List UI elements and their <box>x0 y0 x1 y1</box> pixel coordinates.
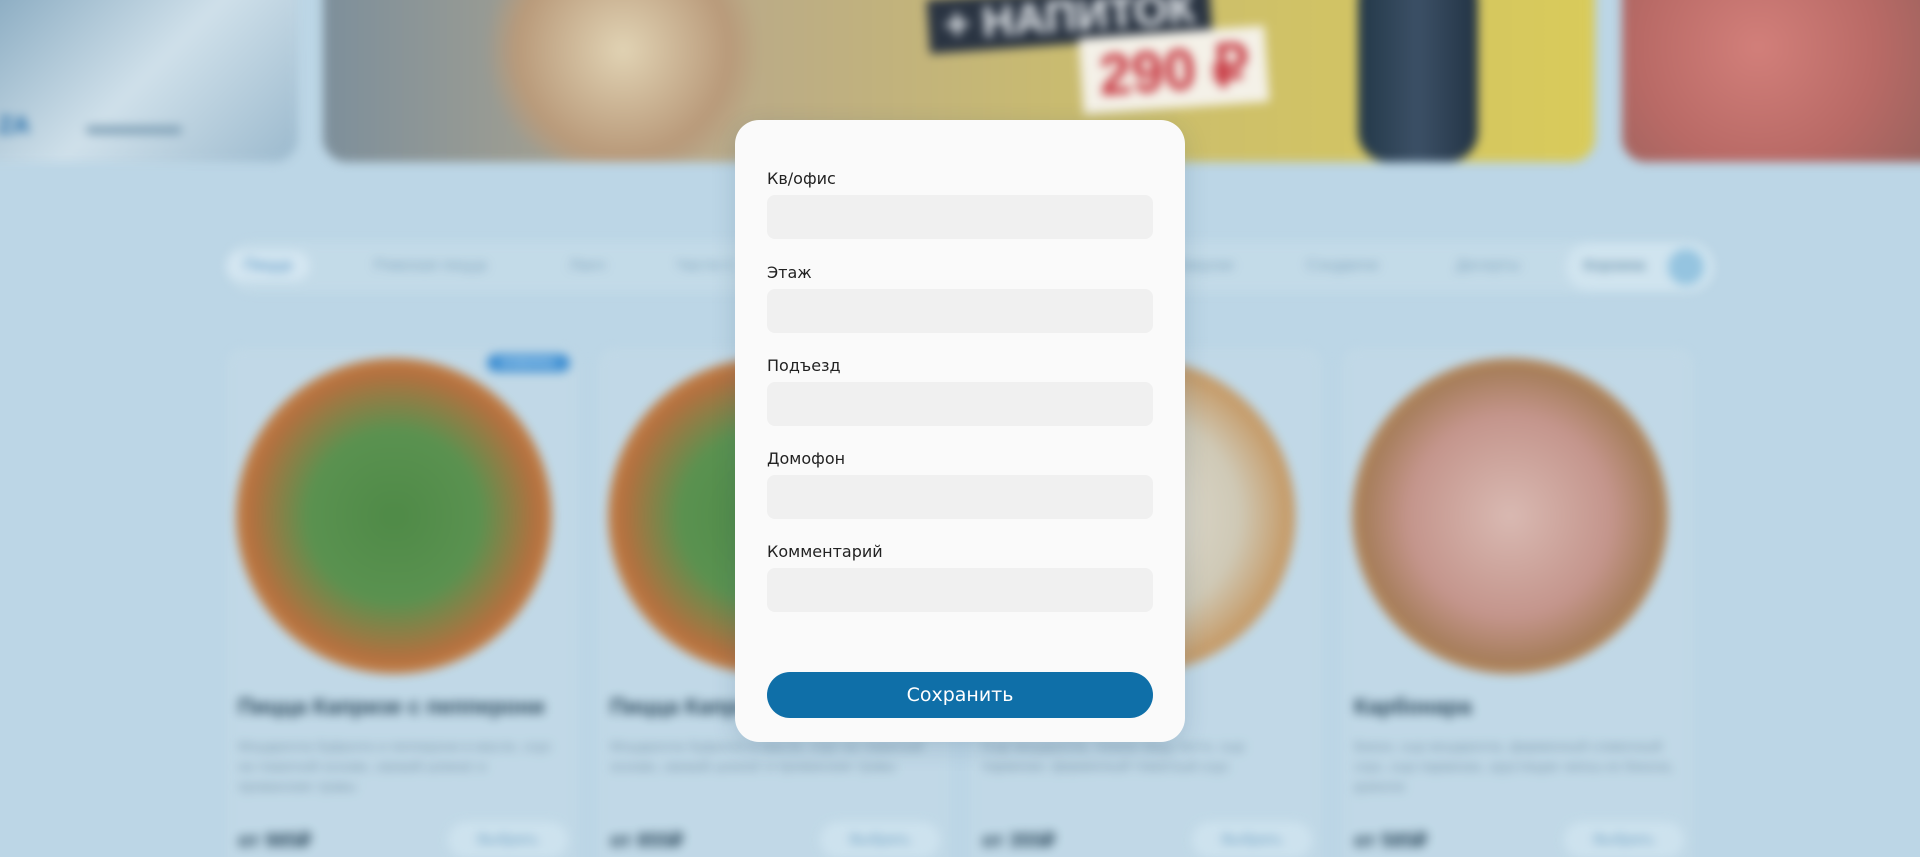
banner-drink-image <box>1358 0 1478 162</box>
banner-left: ZA <box>0 0 298 162</box>
cart-icon <box>1668 249 1704 285</box>
banner-right <box>1622 0 1920 162</box>
address-details-modal: Кв/офис Этаж Подъезд Домофон Комментарий… <box>735 120 1185 742</box>
new-badge: НОВИНКА <box>487 354 570 372</box>
product-title: Карбонара <box>1354 694 1472 719</box>
category-desserts: Десерты <box>1456 257 1521 274</box>
apartment-label: Кв/офис <box>767 169 836 188</box>
product-image <box>1352 358 1668 674</box>
floor-input[interactable] <box>767 289 1153 333</box>
product-price: от 355₽ <box>982 830 1056 852</box>
product-description: Сыр моцарелла, тонкое пицц тесто, сыр па… <box>982 738 1245 774</box>
category-roman-pizza: Римская пицца <box>374 257 487 274</box>
banner-brand-subtitle <box>86 126 182 134</box>
cart-button: Корзина <box>1566 243 1714 291</box>
comment-input[interactable] <box>767 568 1153 612</box>
product-image <box>236 358 552 674</box>
product-price: от 585₽ <box>1354 830 1428 852</box>
banner-brand: ZA <box>0 112 30 139</box>
product-price: от 855₽ <box>610 830 684 852</box>
category-pizza: Пицца <box>226 251 310 281</box>
product-card: Карбонара Бекон, сыр моцарелла, фирменны… <box>1342 348 1694 857</box>
category-combo: Части п <box>676 257 733 274</box>
product-title: Пицца Капризе с пепперони <box>238 694 545 719</box>
intercom-label: Домофон <box>767 449 846 468</box>
intercom-input[interactable] <box>767 475 1153 519</box>
product-description: Бекон, сыр моцарелла, фирменный сливочны… <box>1354 738 1674 794</box>
select-button: Выбрать <box>820 822 940 857</box>
select-button: Выбрать <box>1564 822 1684 857</box>
apartment-input[interactable] <box>767 195 1153 239</box>
product-price: от 985₽ <box>238 830 312 852</box>
entrance-input[interactable] <box>767 382 1153 426</box>
banner-price: 290 ₽ <box>1078 25 1270 115</box>
category-lunch: Ланч <box>569 257 606 274</box>
select-button: Выбрать <box>448 822 568 857</box>
entrance-label: Подъезд <box>767 356 841 375</box>
banner-food-image <box>473 0 773 162</box>
comment-label: Комментарий <box>767 542 883 561</box>
select-button: Выбрать <box>1192 822 1312 857</box>
save-button[interactable]: Сохранить <box>767 672 1153 718</box>
floor-label: Этаж <box>767 263 812 282</box>
cart-label: Корзина <box>1584 257 1646 274</box>
product-description: Моцарелла буфалло и пепперони в масле, с… <box>238 738 552 794</box>
product-description: Моцарелла буфалло в масле, соус на томат… <box>610 738 923 774</box>
category-sandwiches: Сэндвичи <box>1306 257 1379 274</box>
product-card: НОВИНКА Пицца Капризе с пепперони Моцаре… <box>226 348 578 857</box>
